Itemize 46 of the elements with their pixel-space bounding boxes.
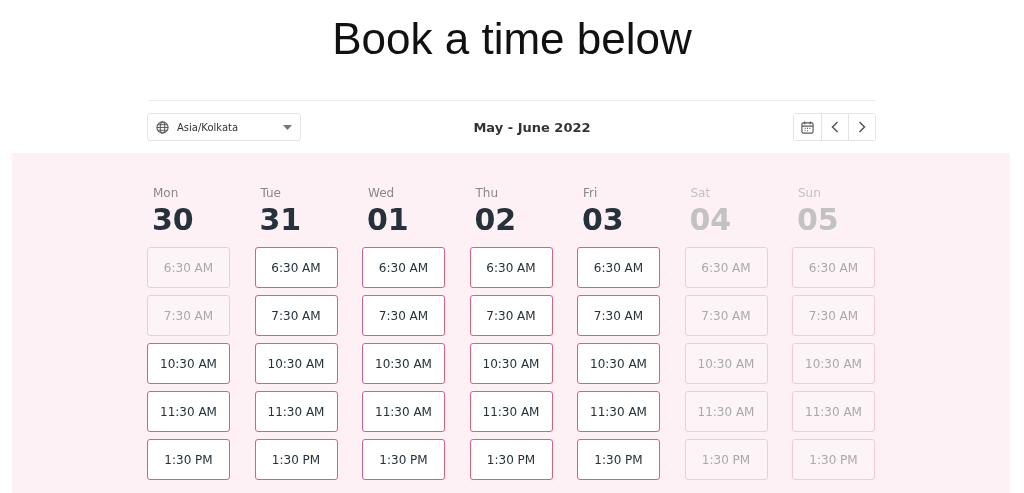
date-range-title: May - June 2022 [473, 119, 591, 135]
time-slot-button[interactable]: 1:30 PM [577, 439, 660, 480]
date-number: 30 [151, 202, 195, 237]
date-number: 05 [796, 202, 840, 237]
weekday-label: Thu [474, 186, 500, 202]
weekday-label: Sat [689, 186, 712, 202]
time-slot-button[interactable]: 7:30 AM [362, 295, 445, 336]
weekday-label: Tue [259, 186, 282, 202]
time-slot-button[interactable]: 11:30 AM [147, 391, 230, 432]
time-slot-button[interactable]: 11:30 AM [254, 391, 338, 432]
time-slot-button[interactable]: 1:30 PM [469, 439, 553, 480]
time-slot-button[interactable]: 6:30 AM [362, 247, 445, 288]
time-slot-button[interactable]: 1:30 PM [362, 439, 445, 480]
chevron-right-icon [858, 121, 866, 133]
time-slot-button[interactable]: 1:30 PM [254, 439, 338, 480]
weekday-label: Sun [797, 186, 822, 202]
page-heading: Book a time below [331, 13, 693, 65]
time-slot-button[interactable]: 1:30 PM [147, 439, 230, 480]
date-number: 03 [581, 202, 625, 237]
date-number: 31 [258, 202, 303, 237]
weekday-label: Wed [367, 186, 396, 202]
time-slot-button[interactable]: 11:30 AM [362, 391, 445, 432]
globe-icon [156, 120, 169, 134]
time-slot-button[interactable]: 7:30 AM [254, 295, 338, 336]
time-slot-button[interactable]: 11:30 AM [469, 391, 553, 432]
time-slot-button[interactable]: 7:30 AM [577, 295, 660, 336]
time-slot-button[interactable]: 11:30 AM [577, 391, 660, 432]
time-slot-button[interactable]: 7:30 AM [469, 295, 553, 336]
weekday-label: Fri [582, 186, 599, 202]
chevron-left-icon [831, 121, 839, 133]
time-slot-button[interactable]: 10:30 AM [469, 343, 553, 384]
date-number: 02 [473, 202, 518, 237]
caret-icon [283, 124, 292, 130]
calendar-icon [801, 120, 814, 134]
time-slot-button[interactable]: 10:30 AM [362, 343, 445, 384]
time-slot-button[interactable]: 6:30 AM [577, 247, 660, 288]
time-slot-button[interactable]: 6:30 AM [469, 247, 553, 288]
time-slot-button[interactable]: 6:30 AM [254, 247, 338, 288]
time-slot-button[interactable]: 10:30 AM [147, 343, 230, 384]
next-button[interactable] [848, 114, 875, 140]
date-number: 04 [688, 202, 733, 237]
time-slot-button[interactable]: 10:30 AM [577, 343, 660, 384]
timezone-dropdown[interactable]: Asia/Kolkata [147, 113, 301, 141]
date-number: 01 [366, 202, 410, 237]
weekday-label: Mon [152, 186, 180, 202]
time-slot-button[interactable]: 10:30 AM [254, 343, 338, 384]
